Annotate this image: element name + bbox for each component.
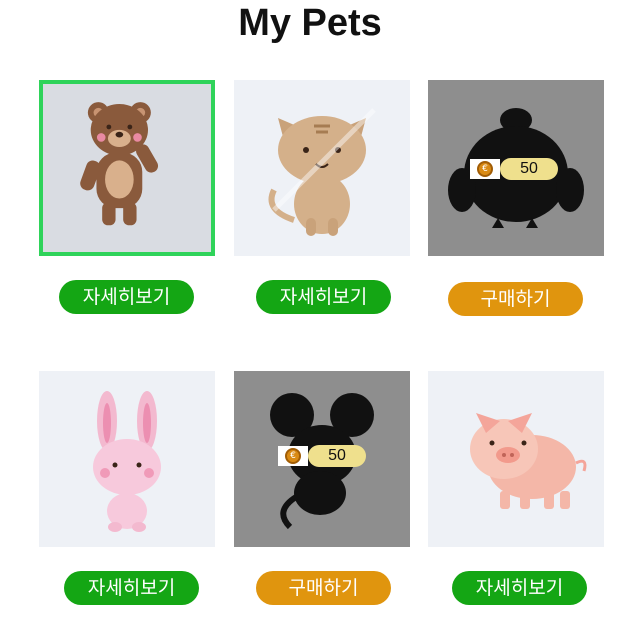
pet-card-cat[interactable] [234, 80, 410, 256]
price-label: 50 [500, 158, 558, 180]
coin-icon: € [285, 448, 301, 464]
view-details-button-cat[interactable]: 자세히보기 [256, 280, 391, 314]
pig-image [470, 413, 587, 509]
price-label: 50 [308, 445, 366, 467]
buy-button-bird[interactable]: 구매하기 [448, 282, 583, 316]
pet-card-bird[interactable]: € 50 [428, 80, 604, 256]
price-tag: € 50 [470, 158, 558, 180]
rabbit-image [93, 391, 161, 532]
cat-image [268, 108, 376, 236]
bear-image [80, 102, 159, 226]
page-title: My Pets [238, 2, 382, 44]
pet-card-bear[interactable] [39, 80, 215, 256]
pet-card-pig[interactable] [428, 371, 604, 547]
view-details-button-rabbit[interactable]: 자세히보기 [64, 571, 199, 605]
pet-card-rabbit[interactable] [39, 371, 215, 547]
buy-button-mouse[interactable]: 구매하기 [256, 571, 391, 605]
pet-card-mouse[interactable]: € 50 [234, 371, 410, 547]
view-details-button-bear[interactable]: 자세히보기 [59, 280, 194, 314]
coin-icon: € [477, 161, 493, 177]
price-tag: € 50 [278, 445, 366, 467]
view-details-button-pig[interactable]: 자세히보기 [452, 571, 587, 605]
